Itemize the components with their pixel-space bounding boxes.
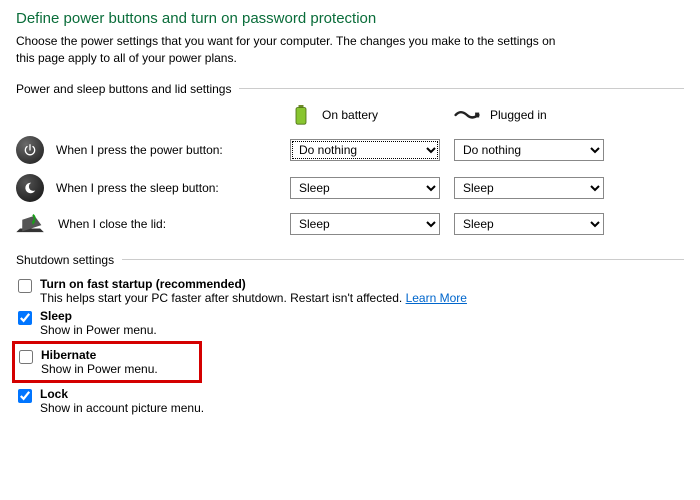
row-power-button-label: When I press the power button: — [56, 143, 223, 157]
sleep-checkbox[interactable] — [18, 311, 32, 325]
lock-desc: Show in account picture menu. — [40, 401, 204, 415]
moon-icon — [16, 174, 44, 202]
page-title: Define power buttons and turn on passwor… — [16, 10, 684, 27]
column-header-battery-label: On battery — [322, 108, 378, 122]
power-settings-grid: On battery Plugged in When I press the p… — [16, 104, 684, 237]
divider — [239, 88, 684, 89]
hibernate-highlight: Hibernate Show in Power menu. — [12, 341, 202, 383]
fast-startup-desc: This helps start your PC faster after sh… — [40, 291, 467, 305]
hibernate-desc: Show in Power menu. — [41, 362, 158, 376]
row-close-lid-label: When I close the lid: — [58, 217, 166, 231]
row-power-button: When I press the power button: — [16, 136, 276, 164]
row-sleep-button-label: When I press the sleep button: — [56, 181, 219, 195]
section-power-sleep-header: Power and sleep buttons and lid settings — [16, 82, 684, 96]
column-header-plugged: Plugged in — [454, 106, 604, 124]
divider — [122, 259, 684, 260]
option-hibernate: Hibernate Show in Power menu. — [19, 348, 195, 376]
plug-icon — [454, 106, 480, 124]
hibernate-label: Hibernate — [41, 348, 158, 362]
lid-plugged-select[interactable]: Sleep — [454, 213, 604, 235]
hibernate-checkbox[interactable] — [19, 350, 33, 364]
option-lock: Lock Show in account picture menu. — [16, 385, 684, 417]
sleep-button-battery-select[interactable]: Sleep — [290, 177, 440, 199]
option-sleep: Sleep Show in Power menu. — [16, 307, 684, 339]
lid-battery-select[interactable]: Sleep — [290, 213, 440, 235]
sleep-label: Sleep — [40, 309, 157, 323]
lock-checkbox[interactable] — [18, 389, 32, 403]
section-power-sleep-title: Power and sleep buttons and lid settings — [16, 82, 231, 96]
column-header-battery: On battery — [290, 104, 440, 126]
fast-startup-label: Turn on fast startup (recommended) — [40, 277, 467, 291]
lock-label: Lock — [40, 387, 204, 401]
power-button-battery-select[interactable]: Do nothing — [290, 139, 440, 161]
option-fast-startup: Turn on fast startup (recommended) This … — [16, 275, 684, 307]
learn-more-link[interactable]: Learn More — [406, 291, 467, 305]
sleep-button-plugged-select[interactable]: Sleep — [454, 177, 604, 199]
fast-startup-checkbox[interactable] — [18, 279, 32, 293]
column-header-plugged-label: Plugged in — [490, 108, 547, 122]
row-sleep-button: When I press the sleep button: — [16, 174, 276, 202]
row-close-lid: When I close the lid: — [16, 212, 276, 237]
laptop-lid-icon — [16, 212, 46, 237]
section-shutdown-title: Shutdown settings — [16, 253, 114, 267]
power-button-plugged-select[interactable]: Do nothing — [454, 139, 604, 161]
battery-icon — [290, 104, 312, 126]
page-description: Choose the power settings that you want … — [16, 33, 576, 68]
power-icon — [16, 136, 44, 164]
sleep-desc: Show in Power menu. — [40, 323, 157, 337]
shutdown-settings-list: Turn on fast startup (recommended) This … — [16, 275, 684, 417]
section-shutdown-header: Shutdown settings — [16, 253, 684, 267]
